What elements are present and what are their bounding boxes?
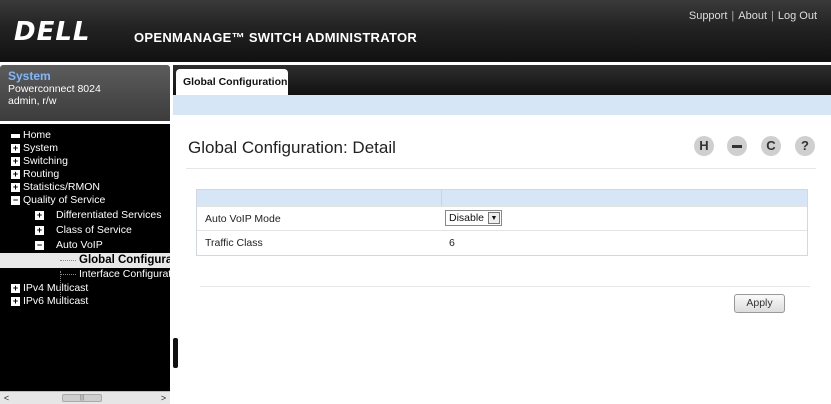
form-divider [200, 286, 810, 287]
expand-icon[interactable]: + [11, 284, 20, 293]
expand-icon[interactable]: + [11, 170, 20, 179]
support-link[interactable]: Support [689, 10, 728, 22]
tab-global-configuration[interactable]: Global Configuration [176, 69, 288, 95]
detail-table: Auto VoIP Mode Disable ▼ Traffic Class 6 [196, 189, 808, 256]
nav-tree: Home + System + Switching + Routing + St… [0, 124, 170, 391]
traffic-class-value: 6 [449, 237, 455, 249]
tab-bar: Global Configuration [173, 65, 831, 95]
tree-connector [60, 271, 61, 301]
logout-link[interactable]: Log Out [778, 10, 817, 22]
panel-splitter[interactable] [173, 338, 178, 368]
scroll-thumb[interactable]: ||| [62, 394, 102, 402]
expand-icon[interactable]: + [11, 144, 20, 153]
field-label: Traffic Class [205, 237, 263, 249]
scroll-left-icon[interactable]: < [0, 392, 13, 404]
help-icon[interactable]: ? [795, 136, 815, 156]
table-row: Auto VoIP Mode Disable ▼ [197, 206, 807, 230]
tree-connector [60, 274, 76, 275]
user-info: admin, r/w [8, 95, 57, 107]
nav-item-class-of-service[interactable]: + Class of Service [0, 224, 170, 237]
expand-icon[interactable]: + [11, 183, 20, 192]
apply-button[interactable]: Apply [734, 294, 785, 313]
app-header: DELL OPENMANAGE™ SWITCH ADMINISTRATOR Su… [0, 0, 831, 62]
tab-subbar [173, 95, 831, 115]
save-icon[interactable]: H [694, 136, 714, 156]
nav-item-switching[interactable]: + Switching [0, 155, 170, 168]
top-links: Support | About | Log Out [688, 10, 817, 22]
nav-item-routing[interactable]: + Routing [0, 168, 170, 181]
expand-icon[interactable]: + [35, 211, 44, 220]
collapse-icon[interactable]: − [11, 196, 20, 205]
nav-item-statistics-rmon[interactable]: + Statistics/RMON [0, 181, 170, 194]
table-row: Traffic Class 6 [197, 230, 807, 254]
scroll-right-icon[interactable]: > [157, 392, 170, 404]
print-icon[interactable]: ▬ [727, 136, 747, 156]
tree-connector [60, 260, 76, 261]
nav-item-differentiated-services[interactable]: + Differentiated Services [0, 209, 170, 222]
nav-horizontal-scrollbar[interactable]: < ||| > [0, 391, 170, 404]
nav-item-home[interactable]: Home [0, 129, 170, 142]
nav-item-system[interactable]: + System [0, 142, 170, 155]
system-info: System Powerconnect 8024 admin, r/w [0, 65, 170, 121]
auto-voip-mode-select[interactable]: Disable ▼ [445, 210, 502, 226]
device-name: Powerconnect 8024 [8, 83, 101, 95]
dell-logo: DELL [14, 17, 91, 47]
nav-item-auto-voip[interactable]: − Auto VoIP [0, 239, 170, 252]
expand-icon[interactable]: + [11, 157, 20, 166]
page-title: Global Configuration: Detail [188, 138, 396, 157]
field-label: Auto VoIP Mode [205, 213, 281, 225]
nav-item-ipv4-multicast[interactable]: + IPv4 Multicast [0, 282, 170, 295]
system-title[interactable]: System [8, 70, 162, 83]
title-divider [186, 168, 816, 169]
about-link[interactable]: About [738, 10, 767, 22]
nav-item-quality-of-service[interactable]: − Quality of Service [0, 194, 170, 207]
expand-icon[interactable]: + [35, 226, 44, 235]
nav-item-interface-configuration[interactable]: Interface Configurat [0, 268, 170, 281]
nav-item-global-configuration[interactable]: Global Configura [0, 253, 170, 268]
collapse-icon[interactable]: − [35, 241, 44, 250]
table-header [197, 190, 807, 206]
nav-item-ipv6-multicast[interactable]: + IPv6 Multicast [0, 295, 170, 308]
expand-icon[interactable]: + [11, 297, 20, 306]
chevron-down-icon[interactable]: ▼ [488, 212, 500, 224]
refresh-icon[interactable]: C [761, 136, 781, 156]
app-title: OPENMANAGE™ SWITCH ADMINISTRATOR [134, 30, 418, 45]
home-icon [11, 134, 20, 138]
